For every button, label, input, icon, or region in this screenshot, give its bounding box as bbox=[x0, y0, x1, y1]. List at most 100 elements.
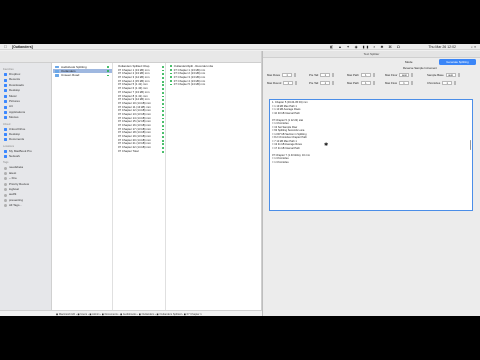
sync-status-icon bbox=[162, 102, 164, 105]
output-scrollbar[interactable] bbox=[469, 140, 471, 150]
parameter-stepper[interactable] bbox=[332, 73, 335, 77]
folder-icon bbox=[4, 89, 7, 93]
folder-icon bbox=[4, 73, 7, 77]
parameter-input[interactable]: 1 bbox=[360, 81, 371, 85]
mode-label: Mode bbox=[405, 60, 413, 64]
file-name: 07 Chapter 5 (14 kB) mm bbox=[173, 82, 206, 87]
file-name: 07 Chapter 4 (15 kB) mm bbox=[118, 79, 150, 83]
parameter-stepper[interactable] bbox=[295, 81, 298, 85]
parameter-field: Chronicles 1 bbox=[427, 81, 457, 85]
sync-status-icon bbox=[162, 110, 164, 113]
apple-icon[interactable]:  bbox=[4, 44, 7, 49]
sync-status-icon bbox=[162, 106, 164, 109]
parameter-input[interactable]: 1 bbox=[320, 81, 331, 85]
folder-icon bbox=[55, 69, 59, 73]
tag-dot-icon bbox=[4, 172, 7, 176]
tag-dot-icon bbox=[4, 199, 7, 202]
parameter-input[interactable]: 1 bbox=[360, 73, 371, 77]
parameter-field: Sample Base auto bbox=[427, 73, 460, 77]
output-line: = 1 Chronicles bbox=[272, 160, 289, 164]
sync-status-icon bbox=[162, 95, 164, 98]
sync-status-icon bbox=[162, 66, 164, 68]
parameter-input[interactable]: 1 bbox=[282, 73, 293, 77]
sync-status-icon bbox=[162, 136, 164, 138]
folder-icon bbox=[4, 110, 7, 114]
sync-status-icon bbox=[162, 117, 164, 120]
file-name: 07 Chapter 19 (13 kB) mm bbox=[118, 135, 151, 139]
parameter-label: Chronicles bbox=[427, 81, 441, 85]
parameter-stepper[interactable] bbox=[294, 73, 297, 77]
parameter-field: Pre Tail 1 bbox=[309, 81, 335, 85]
screen:  [Outlanders] ◧ ▲ ✦ ◉ ▮▮ ◐ ✱ ⌘ ☊ Thu Ma… bbox=[0, 0, 480, 360]
spotlight-icon[interactable]: ⌕ ≡ bbox=[471, 45, 476, 49]
folder-icon bbox=[4, 116, 7, 120]
file-name: 07 Chapter 11 (13 kB) mm bbox=[118, 105, 151, 109]
file-name: 07 Chapter Total bbox=[118, 149, 139, 153]
parameter-field: Max Path 1 bbox=[347, 73, 375, 77]
folder-icon bbox=[4, 155, 7, 159]
sidebar-item[interactable]: All Tags... bbox=[0, 203, 51, 208]
menubar-clock[interactable]: Thu Mar 26 12:02 bbox=[428, 45, 456, 49]
parameter-label: Max Floor bbox=[385, 73, 398, 77]
parameter-label: Pre Tail bbox=[309, 73, 319, 77]
file-name: 07 Chapter 1 (13 kB) mm bbox=[118, 68, 150, 72]
file-name: 07 Chapter 3 (14 kB) mm bbox=[118, 76, 150, 80]
parameter-label: Max Rows bbox=[267, 73, 281, 77]
sync-status-icon bbox=[162, 84, 164, 87]
column-1: Audiobook Splitting Outlanders Unseen Road bbox=[53, 63, 113, 310]
parameter-input[interactable]: 1 bbox=[442, 81, 453, 85]
parameter-grid: Max Rows 1 Pre Tail 1 Max Path 1 Max Floor auto… bbox=[263, 70, 480, 90]
sync-status-icon bbox=[107, 70, 109, 73]
folder-icon bbox=[4, 149, 7, 153]
parameter-input[interactable]: auto bbox=[399, 73, 410, 77]
folder-icon bbox=[55, 74, 59, 77]
file-name: 07 Chapter 17 (13 kB) mm bbox=[118, 127, 151, 131]
sync-status-icon bbox=[162, 77, 164, 79]
parameter-stepper[interactable] bbox=[372, 73, 375, 77]
parameter-field: Max Rows 1 bbox=[267, 73, 297, 77]
sync-status-icon bbox=[170, 72, 172, 75]
file-name: 07 Chapter 18 (14 kB) mm bbox=[118, 131, 151, 135]
parameter-input[interactable]: 1 bbox=[283, 81, 294, 85]
menubar-app-name[interactable]: [Outlanders] bbox=[12, 45, 33, 49]
parameter-stepper[interactable] bbox=[332, 81, 335, 85]
sync-status-icon bbox=[162, 91, 164, 94]
sync-status-icon bbox=[162, 121, 164, 124]
parameter-label: Max Round bbox=[267, 81, 282, 85]
file-name: 07 Chapter 8 (1 41) mm bbox=[118, 94, 148, 98]
parameter-label: Max Flow bbox=[385, 81, 397, 85]
parameter-stepper[interactable] bbox=[454, 81, 457, 85]
tool-header: Mode Generate Splitting Reverse Sample I… bbox=[263, 58, 480, 70]
generate-button[interactable]: Generate Splitting bbox=[439, 59, 476, 65]
parameter-input[interactable]: auto bbox=[445, 73, 456, 77]
sync-status-icon bbox=[170, 83, 172, 86]
parameter-input[interactable]: 1 bbox=[320, 73, 331, 77]
parameter-input[interactable]: 1 bbox=[398, 81, 409, 85]
menubar:  [Outlanders] ◧ ▲ ✦ ◉ ▮▮ ◐ ✱ ⌘ ☊ Thu Ma… bbox=[0, 44, 480, 50]
folder-icon bbox=[4, 127, 7, 131]
parameter-stepper[interactable] bbox=[411, 73, 414, 77]
parameter-stepper[interactable] bbox=[457, 73, 460, 77]
parameter-stepper[interactable] bbox=[372, 81, 375, 85]
file-name: Outlanders Splitted Chap. bbox=[118, 65, 151, 68]
folder-row[interactable]: Unseen Road bbox=[53, 73, 112, 77]
output-text-area[interactable]: 1. Chapter 5 (04:24-05:04) mm = 1 19 kB … bbox=[269, 99, 473, 211]
file-name: 07 Chapter 20 (14 kB) mm bbox=[118, 138, 151, 142]
parameter-field: Max Flow 1 bbox=[385, 81, 413, 85]
parameter-stepper[interactable] bbox=[410, 81, 413, 85]
sync-status-icon bbox=[162, 80, 164, 83]
status-icons[interactable]: ◧ ▲ ✦ ◉ ▮▮ ◐ ✱ ⌘ ☊ bbox=[330, 45, 402, 49]
file-name: 07 Chapter 13 (13 kB) mm bbox=[118, 112, 151, 116]
text-splitter-window: Text Splitter Mode Generate Splitting Re… bbox=[262, 51, 480, 316]
path-bar: ◼ Macintosh HD › ◼ Users › ◼ Admin › ◼ D… bbox=[0, 310, 262, 316]
file-row[interactable]: 07 Chapter 5 (14 kB) mm bbox=[167, 83, 262, 87]
folder-icon bbox=[4, 94, 7, 98]
file-row[interactable]: 07 Chapter Total bbox=[114, 150, 165, 154]
file-name: 07 Chapter 5 (1 41) mm bbox=[118, 83, 148, 87]
tag-dot-icon bbox=[4, 204, 7, 208]
folder-icon bbox=[4, 83, 7, 87]
folder-icon bbox=[4, 78, 7, 82]
sidebar-item-label: Movies bbox=[9, 115, 19, 120]
file-name: 07 Chapter 10 (14 kB) mm bbox=[118, 101, 151, 105]
finder-sidebar: Favorites Dropbox Recents Downloads Desktop M… bbox=[0, 63, 52, 310]
